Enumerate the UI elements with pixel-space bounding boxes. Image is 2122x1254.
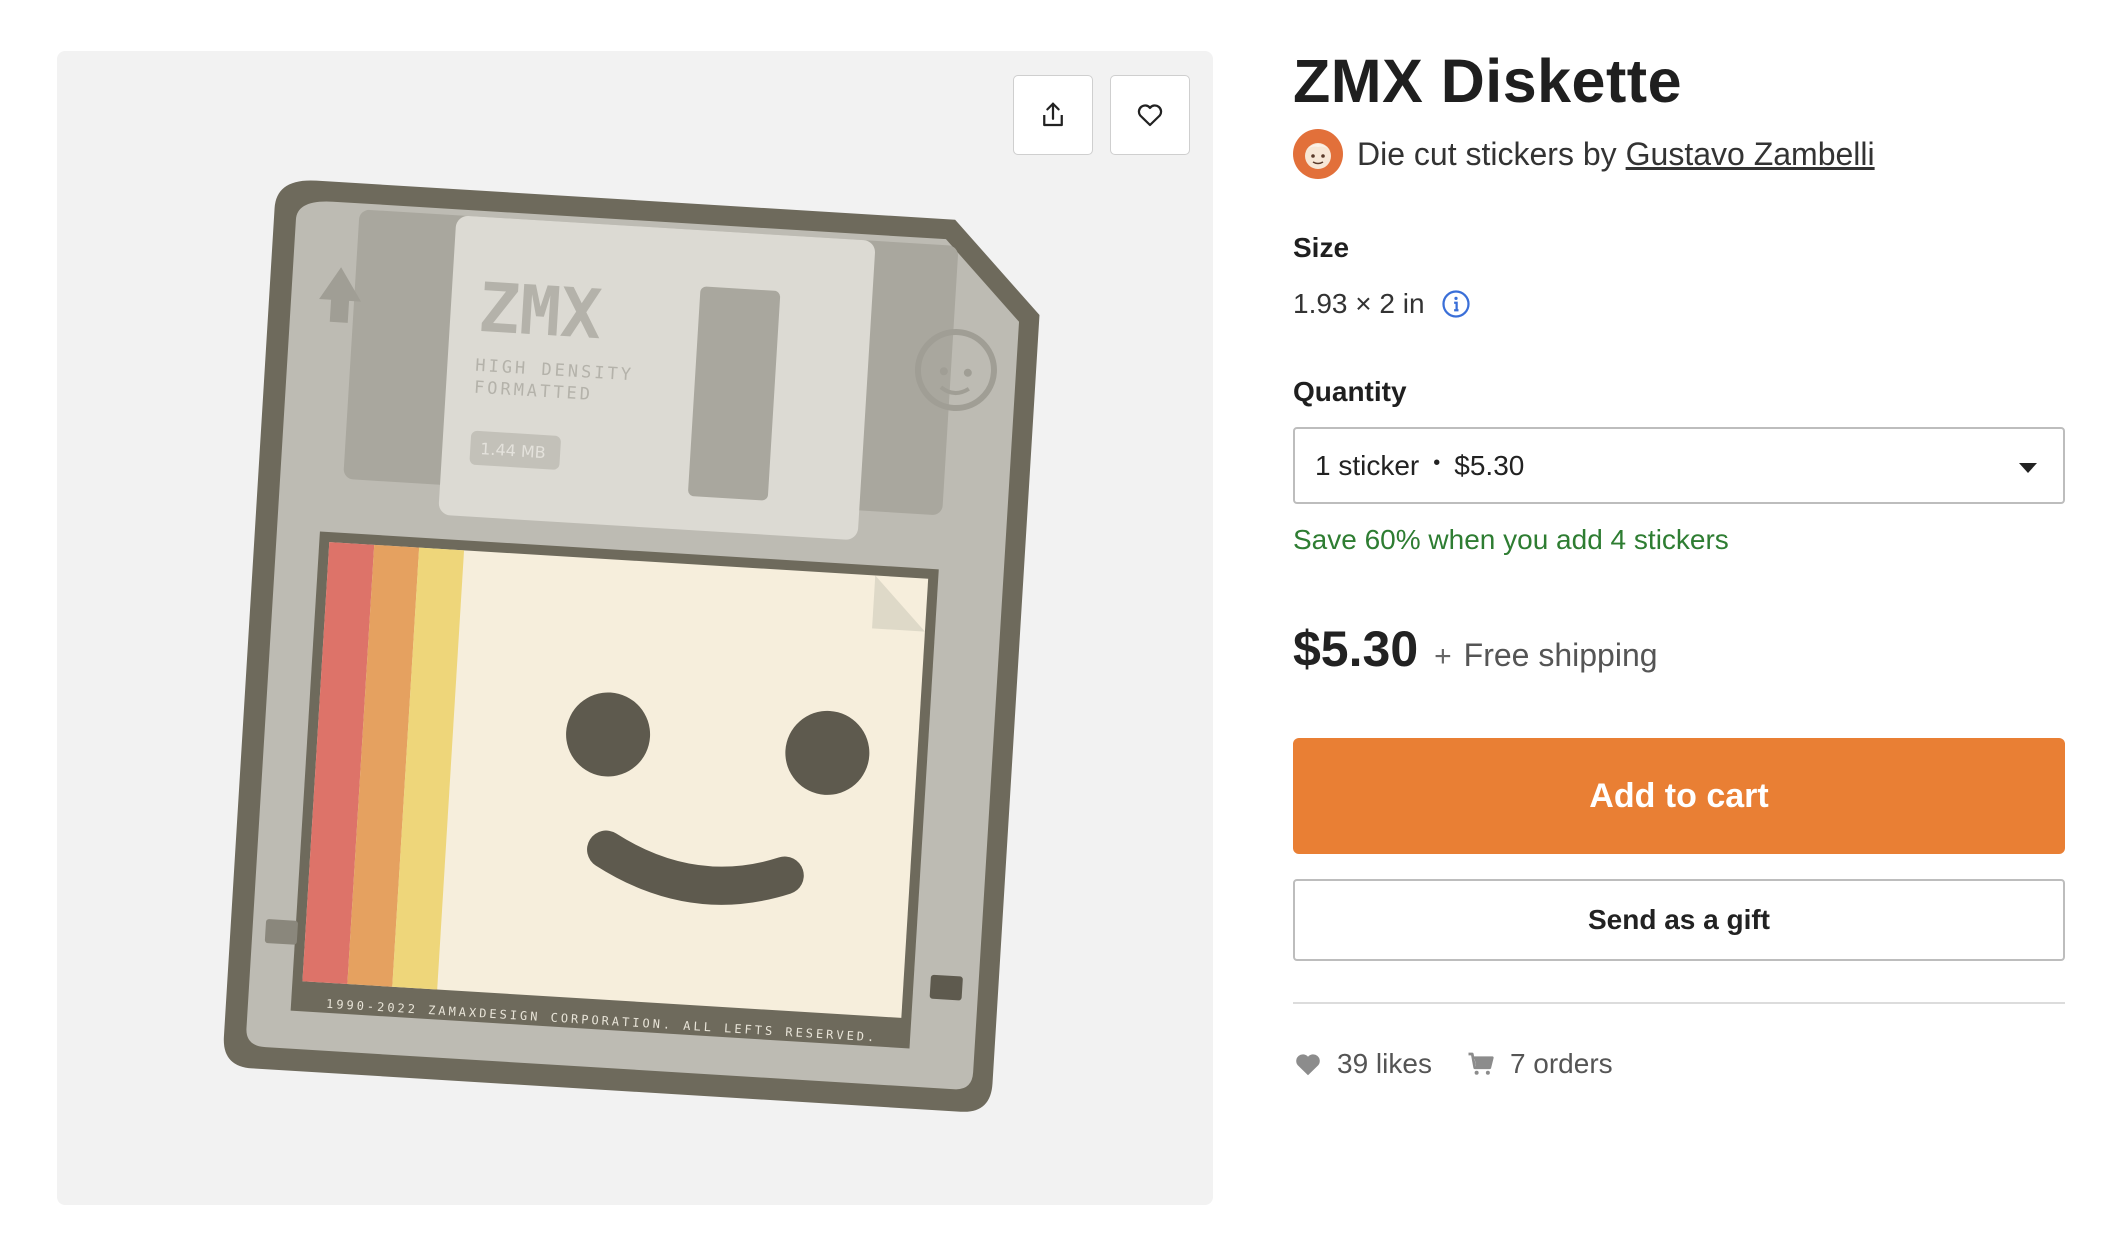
diskette-sticker-image: ZMX HIGH DENSITY FORMATTED 1.44 MB 1990-…: [223, 180, 1040, 1112]
add-to-cart-button[interactable]: Add to cart: [1293, 738, 2065, 854]
separator-dot: •: [1433, 452, 1441, 474]
likes-stat: 39 likes: [1293, 1048, 1432, 1080]
product-title: ZMX Diskette: [1293, 47, 1683, 115]
quantity-selected-price: $5.30: [1454, 449, 1525, 481]
quantity-selected-qty: 1 sticker: [1315, 449, 1420, 481]
orders-count: 7 orders: [1509, 1048, 1613, 1079]
quantity-label: Quantity: [1293, 376, 1407, 407]
bulk-discount-promo: Save 60% when you add 4 stickers: [1293, 524, 1729, 555]
artist-avatar[interactable]: [1293, 129, 1343, 179]
size-label: Size: [1293, 232, 1350, 263]
share-icon: [1043, 102, 1063, 127]
size-row: 1.93 × 2 in: [1293, 288, 1471, 320]
orders-stat: 7 orders: [1466, 1048, 1613, 1080]
favorite-button[interactable]: [1110, 75, 1190, 155]
size-value: 1.93 × 2 in: [1293, 288, 1425, 319]
info-icon[interactable]: [1441, 289, 1471, 319]
price: $5.30: [1293, 621, 1419, 677]
product-stats: 39 likes 7 orders: [1293, 1048, 1613, 1080]
sticker-capacity: 1.44 MB: [480, 439, 547, 462]
chevron-down-icon: [2019, 463, 2037, 473]
product-image-panel[interactable]: ZMX HIGH DENSITY FORMATTED 1.44 MB 1990-…: [57, 51, 1213, 1205]
cart-icon: [1468, 1052, 1494, 1075]
price-row: $5.30 + Free shipping: [1293, 620, 1658, 678]
plus-sign: +: [1434, 640, 1452, 673]
byline-text: Die cut stickers by: [1357, 135, 1617, 172]
sticker-logo: ZMX: [476, 269, 603, 355]
divider: [1293, 1002, 2065, 1004]
send-as-gift-button[interactable]: Send as a gift: [1293, 879, 2065, 961]
likes-count: 39 likes: [1337, 1048, 1432, 1079]
shipping-info: Free shipping: [1463, 637, 1658, 673]
avatar-face-icon: [1305, 143, 1331, 169]
artist-row: Die cut stickers by Gustavo Zambelli: [1293, 128, 1875, 180]
quantity-select[interactable]: 1 sticker • $5.30: [1293, 427, 2065, 504]
share-button[interactable]: [1013, 75, 1093, 155]
artist-link[interactable]: Gustavo Zambelli: [1626, 136, 1875, 173]
heart-icon: [1137, 104, 1163, 127]
heart-filled-icon: [1296, 1054, 1320, 1076]
